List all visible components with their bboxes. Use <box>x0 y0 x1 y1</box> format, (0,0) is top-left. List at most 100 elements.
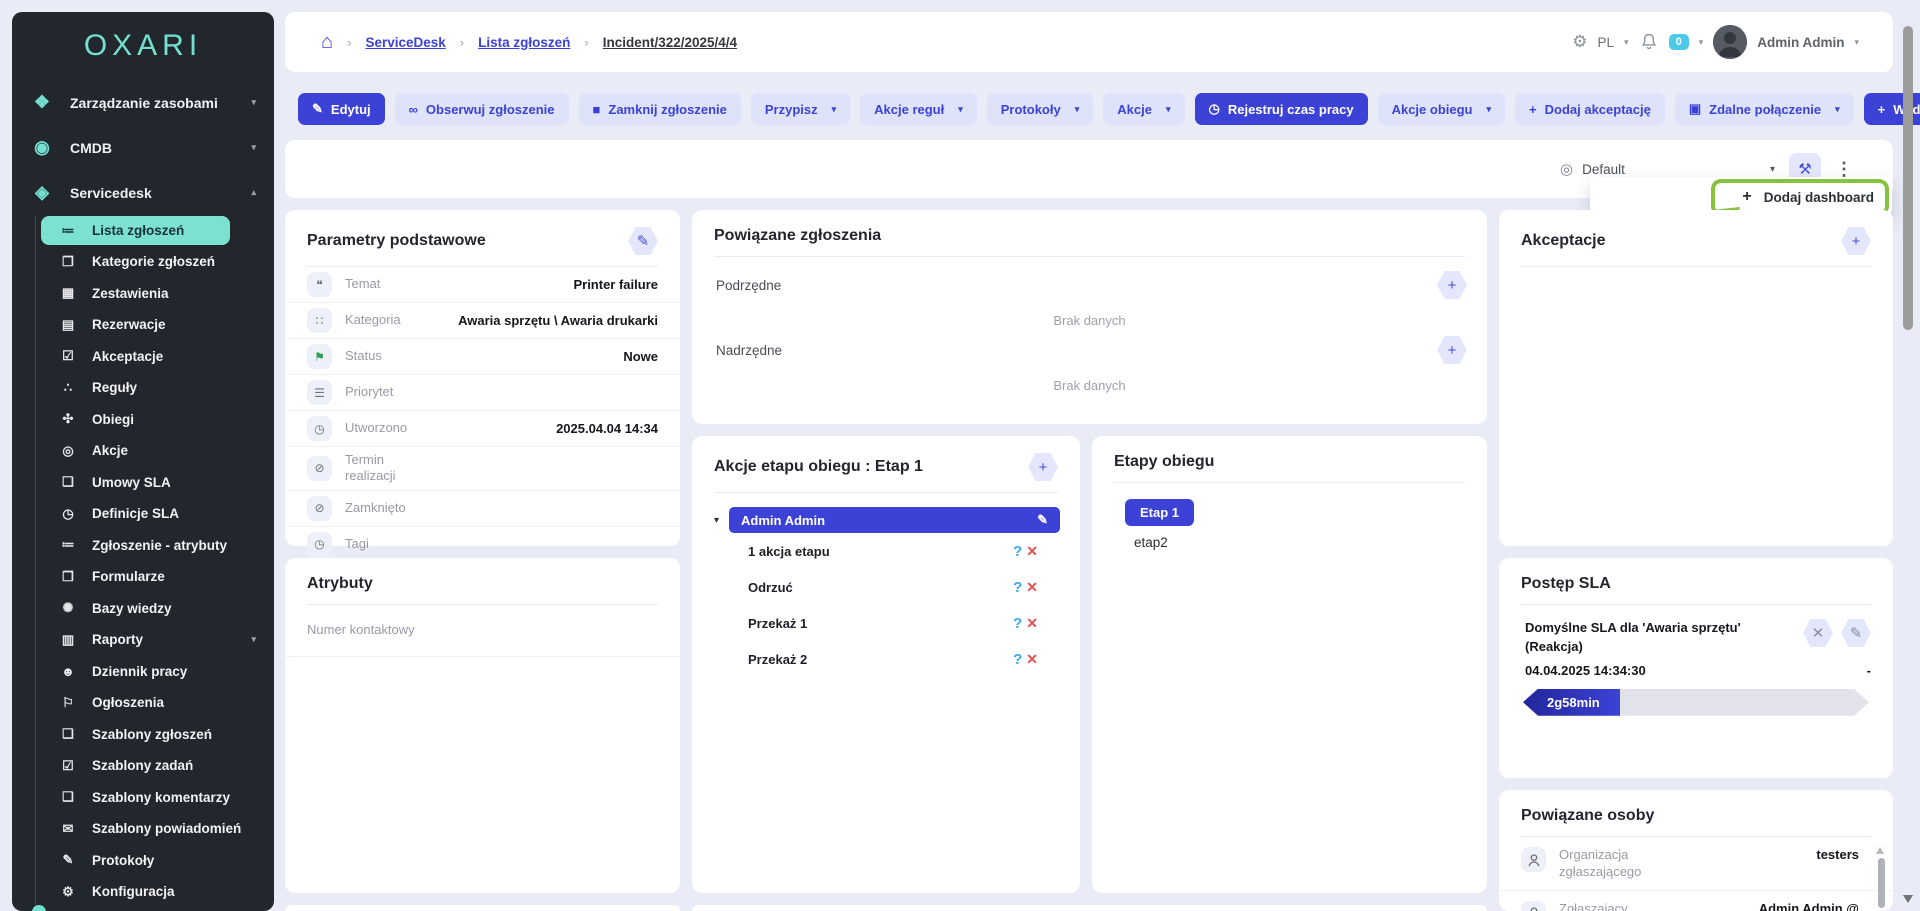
add-dashboard-menu-item[interactable]: + Dodaj dashboard <box>1742 188 1874 206</box>
rule-actions-button[interactable]: Akcje reguł ▾ <box>860 93 977 125</box>
sidebar-item-raporty[interactable]: ▥ Raporty ▾ <box>36 624 274 656</box>
stage-badge-etap1[interactable]: Etap 1 <box>1125 499 1194 526</box>
param-row-zamknieto: ⊘ Zamknięto <box>285 491 680 527</box>
sla-start-time: 04.04.2025 14:34:30 <box>1525 663 1646 678</box>
panel-title: Akceptacje <box>1521 232 1606 250</box>
register-work-time-button[interactable]: ◷ Rejestruj czas pracy <box>1195 93 1368 125</box>
edit-button[interactable]: ✎ Edytuj <box>298 93 385 125</box>
help-icon[interactable]: ? <box>1013 579 1022 596</box>
stage-action-row: Przekaż 2 ? ✕ <box>748 641 1038 677</box>
sidebar-item-akcje[interactable]: ◎ Akcje <box>36 435 274 467</box>
sidebar-item-zestawienia[interactable]: ▦ Zestawienia <box>36 278 274 310</box>
help-icon[interactable]: ? <box>1013 651 1022 668</box>
help-icon[interactable]: ? <box>1013 543 1022 560</box>
sidebar-item-obiegi[interactable]: ✣ Obiegi <box>36 404 274 436</box>
page-scroll-down-arrow[interactable] <box>1903 895 1913 903</box>
remove-sla-button[interactable]: ✕ <box>1803 619 1833 647</box>
sidebar-item-bazy-wiedzy[interactable]: ✺ Bazy wiedzy <box>36 593 274 625</box>
sidebar-item-label: Lista zgłoszeń <box>92 223 184 238</box>
list-icon: ≔ <box>58 223 78 239</box>
sidebar-item-cmdb[interactable]: ◉ CMDB ▾ <box>12 125 274 170</box>
actions-button[interactable]: Akcje ▾ <box>1103 93 1184 125</box>
sidebar-item-szablony-komentarzy[interactable]: ❑ Szablony komentarzy <box>36 782 274 814</box>
add-stage-action-button[interactable]: + <box>1028 453 1058 481</box>
sidebar-item-lista-zgloszen[interactable]: ≔ Lista zgłoszeń <box>41 216 230 245</box>
sla-name: Domyślne SLA dla 'Awaria sprzętu' (Reakc… <box>1525 619 1795 657</box>
collapse-caret-icon[interactable]: ▾ <box>714 515 719 526</box>
breadcrumb-lista-zgloszen[interactable]: Lista zgłoszeń <box>478 35 570 50</box>
stage-action-row: Odrzuć ? ✕ <box>748 569 1038 605</box>
chevron-down-icon[interactable]: ▾ <box>1854 37 1859 48</box>
workflow-actions-button[interactable]: Akcje obiegu ▾ <box>1378 93 1505 125</box>
clock-icon: ◷ <box>307 532 332 557</box>
stage-label-etap2: etap2 <box>1134 535 1487 550</box>
add-acceptance-panel-button[interactable]: + <box>1841 227 1871 255</box>
app-root: OXARI ❖ Zarządzanie zasobami ▾ ◉ CMDB ▾ … <box>0 0 1920 911</box>
panel-powiazane-osoby: Powiązane osoby Organizacja zgłaszająceg… <box>1499 790 1893 911</box>
empty-state: Brak danych <box>692 364 1487 399</box>
chevron-down-icon[interactable]: ▾ <box>1699 37 1704 48</box>
notification-count-badge[interactable]: 0 <box>1669 34 1689 50</box>
chevron-down-icon: ▾ <box>832 104 837 115</box>
breadcrumb-servicedesk[interactable]: ServiceDesk <box>365 35 445 50</box>
sidebar-item-dziennik-pracy[interactable]: ☻ Dziennik pracy <box>36 656 274 688</box>
panel-scroll-up-arrow[interactable] <box>1876 847 1884 854</box>
sidebar-item-label: CMDB <box>70 140 112 156</box>
edit-parameters-button[interactable]: ✎ <box>628 227 658 255</box>
watch-ticket-button[interactable]: ∞ Obserwuj zgłoszenie <box>395 93 569 125</box>
knowledge-icon: ✺ <box>58 600 78 616</box>
close-ticket-button[interactable]: ■ Zamknij zgłoszenie <box>579 93 741 125</box>
protocols-button[interactable]: Protokoły ▾ <box>987 93 1094 125</box>
sidebar-item-akceptacje[interactable]: ☑ Akceptacje <box>36 341 274 373</box>
sidebar-item-zarzadzanie-zasobami[interactable]: ❖ Zarządzanie zasobami ▾ <box>12 80 274 125</box>
bell-icon[interactable] <box>1639 32 1659 52</box>
home-icon[interactable]: ⌂ <box>321 32 333 52</box>
delete-icon[interactable]: ✕ <box>1026 543 1038 560</box>
comment-template-icon: ❑ <box>58 789 78 805</box>
sidebar-item-umowy-sla[interactable]: ❏ Umowy SLA <box>36 467 274 499</box>
page-scrollbar-thumb[interactable] <box>1903 26 1913 330</box>
sidebar-item-kategorie-zgloszen[interactable]: ❐ Kategorie zgłoszeń <box>36 246 274 278</box>
ticket-toolbar: ✎ Edytuj ∞ Obserwuj zgłoszenie ■ Zamknij… <box>298 93 1920 125</box>
dashboard-select[interactable]: ◎ Default ▾ <box>1560 160 1775 178</box>
delete-icon[interactable]: ✕ <box>1026 579 1038 596</box>
stage-group-admin[interactable]: Admin Admin ✎ <box>729 507 1060 533</box>
delete-icon[interactable]: ✕ <box>1026 651 1038 668</box>
sidebar-item-protokoly[interactable]: ✎ Protokoły <box>36 845 274 877</box>
sidebar-item-formularze[interactable]: ❒ Formularze <box>36 561 274 593</box>
language-selector[interactable]: PL <box>1598 35 1615 50</box>
help-icon[interactable]: ? <box>1013 615 1022 632</box>
panel-scrollbar-thumb[interactable] <box>1878 858 1885 908</box>
clock-icon: ◷ <box>1209 101 1220 117</box>
param-row-termin-realizacji: ⊘ Termin realizacji <box>285 447 680 491</box>
remote-connection-button[interactable]: ▣ Zdalne połączenie ▾ <box>1675 93 1854 125</box>
sidebar-item-ogloszenia[interactable]: ⚐ Ogłoszenia <box>36 687 274 719</box>
sidebar-item-label: Reguły <box>92 380 137 395</box>
sidebar-item-zgloszenie-atrybuty[interactable]: ≔ Zgłoszenie - atrybuty <box>36 530 274 562</box>
sidebar-item-szablony-powiadomien[interactable]: ✉ Szablony powiadomień <box>36 813 274 845</box>
assign-button[interactable]: Przypisz ▾ <box>751 93 850 125</box>
panel-title: Powiązane osoby <box>1521 807 1654 825</box>
edit-sla-button[interactable]: ✎ <box>1841 619 1871 647</box>
add-child-ticket-button[interactable]: + <box>1437 271 1467 299</box>
user-name[interactable]: Admin Admin <box>1757 35 1844 50</box>
panel-title: Postęp SLA <box>1521 575 1611 593</box>
gear-icon[interactable]: ⚙ <box>1572 32 1587 52</box>
sidebar-item-label: Bazy wiedzy <box>92 601 172 616</box>
sidebar-item-konfiguracja[interactable]: ⚙ Konfiguracja <box>36 876 274 908</box>
avatar[interactable] <box>1713 25 1747 59</box>
delete-icon[interactable]: ✕ <box>1026 615 1038 632</box>
sidebar-item-definicje-sla[interactable]: ◷ Definicje SLA <box>36 498 274 530</box>
pencil-icon[interactable]: ✎ <box>1037 512 1048 528</box>
add-parent-ticket-button[interactable]: + <box>1437 336 1467 364</box>
form-icon: ❒ <box>58 569 78 585</box>
sidebar-item-rezerwacje[interactable]: ▤ Rezerwacje <box>36 309 274 341</box>
add-acceptance-button[interactable]: + Dodaj akceptację <box>1515 93 1665 125</box>
sidebar-item-szablony-zadan[interactable]: ☑ Szablony zadań <box>36 750 274 782</box>
ticket-template-icon: ❏ <box>58 726 78 742</box>
sidebar-item-servicedesk[interactable]: ◈ Servicedesk ▴ <box>12 170 274 215</box>
chevron-down-icon[interactable]: ▾ <box>1624 37 1629 48</box>
sidebar-item-szablony-zgloszen[interactable]: ❏ Szablony zgłoszeń <box>36 719 274 751</box>
sidebar-item-reguly[interactable]: ∴ Reguły <box>36 372 274 404</box>
category-icon: ∷ <box>307 308 332 333</box>
